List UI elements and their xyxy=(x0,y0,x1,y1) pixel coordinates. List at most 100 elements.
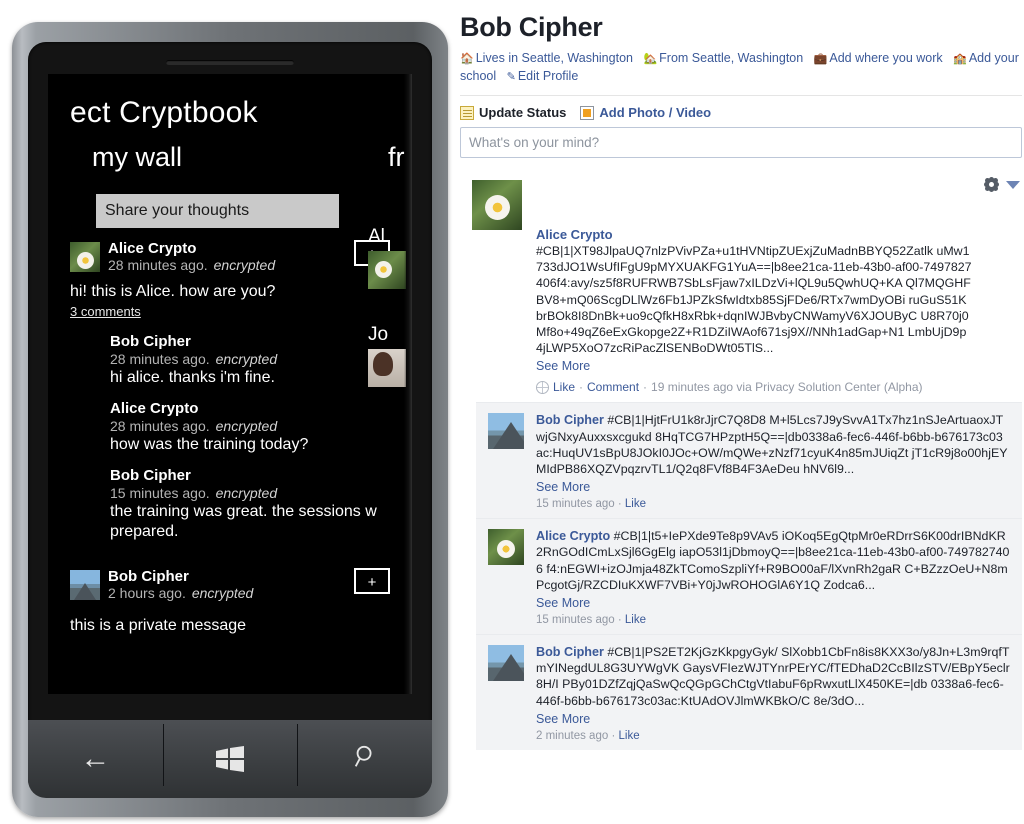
comment-author-link[interactable]: Bob Cipher xyxy=(536,645,604,659)
back-arrow-icon: ← xyxy=(80,742,111,775)
post-timestamp-via: 19 minutes ago via Privacy Solution Cent… xyxy=(651,380,923,395)
like-link[interactable]: Like xyxy=(619,730,640,742)
comment-cipher-text: #CB|1|PS2ET2KjGzKkpgyGyk/ SlXobb1CbFn8is… xyxy=(536,645,1010,708)
profile-link-from[interactable]: From Seattle, Washington xyxy=(659,51,803,65)
windows-logo-icon xyxy=(215,746,245,772)
comment-item: Bob Cipher #CB|1|HjtFrU1k8rJjrC7Q8D8 M+l… xyxy=(476,402,1022,519)
peek-name-alice: Al xyxy=(368,226,408,289)
profile-link-edit-profile[interactable]: Edit Profile xyxy=(518,69,578,83)
profile-meta-links: 🏠 Lives in Seattle, Washington 🏡 From Seat… xyxy=(460,50,1022,86)
separator-dot: · xyxy=(617,614,622,627)
comment-text: Bob Cipher #CB|1|HjtFrU1k8rJjrC7Q8D8 M+l… xyxy=(536,412,1010,477)
share-your-thoughts-input[interactable]: Share your thoughts xyxy=(96,194,339,228)
peek-name-john: Jo xyxy=(368,324,408,387)
phone-comment: Alice Crypto 28 minutes ago. encrypted ho… xyxy=(110,400,412,455)
pivot-item-friends[interactable]: fr xyxy=(388,142,405,173)
peek-label: Jo xyxy=(368,324,389,345)
see-more-link[interactable]: See More xyxy=(536,710,1010,729)
separator-dot: · xyxy=(617,498,622,511)
phone-hardware-keys: ← xyxy=(28,720,432,798)
comment-timestamp: 2 minutes ago xyxy=(536,729,609,742)
post-main: Alice Crypto #CB|1|XT98JlpaUQ7nlzPVivPZa… xyxy=(536,226,1022,396)
like-link[interactable]: Like xyxy=(553,378,575,396)
comments-count-link[interactable]: 3 comments xyxy=(70,304,141,319)
comment-time: 15 minutes ago. xyxy=(110,485,210,501)
pencil-icon: ✎ xyxy=(506,71,516,83)
separator-dot: · xyxy=(579,380,584,395)
phone-comment: Bob Cipher 15 minutes ago. encrypted the … xyxy=(110,467,412,542)
encrypted-label: encrypted xyxy=(191,585,254,601)
comment-text: Bob Cipher #CB|1|PS2ET2KjGzKkpgyGyk/ SlX… xyxy=(536,644,1010,709)
gear-icon[interactable] xyxy=(985,178,998,191)
mountain-avatar xyxy=(70,570,100,600)
phone-post-header: Alice Crypto 28 minutes ago.encrypted + xyxy=(70,240,412,276)
comment-author: Bob Cipher xyxy=(110,467,191,484)
feed-post: Alice Crypto #CB|1|XT98JlpaUQ7nlzPVivPZa… xyxy=(460,174,1022,396)
mountain-avatar[interactable] xyxy=(488,645,524,682)
post-cipher-text: #CB|1|XT98JlpaUQ7nlzPVivPZa+u1tHVNtipZUE… xyxy=(536,244,972,356)
composer-tabs: Update Status Add Photo / Video xyxy=(460,105,1024,120)
see-more-link[interactable]: See More xyxy=(536,357,972,376)
comment-body: hi alice. thanks i'm fine. xyxy=(110,369,275,386)
status-composer-input[interactable]: What's on your mind? xyxy=(460,127,1022,158)
comment-body: how was the training today? xyxy=(110,436,309,453)
back-button[interactable]: ← xyxy=(28,720,163,798)
comment-link[interactable]: Comment xyxy=(587,378,639,396)
comment-author: Alice Crypto xyxy=(110,400,199,417)
comment-main: Bob Cipher #CB|1|HjtFrU1k8rJjrC7Q8D8 M+l… xyxy=(536,412,1010,510)
windows-phone-mockup: ect Cryptbook my wall fr Share your thou… xyxy=(12,22,448,822)
photo-icon xyxy=(580,105,595,120)
pivot-header: my wall fr xyxy=(48,142,412,182)
see-more-link[interactable]: See More xyxy=(536,478,1010,497)
comment-meta: 15 minutes ago · Like xyxy=(536,498,1010,510)
profile-link-add-work[interactable]: Add where you work xyxy=(829,51,942,65)
mountain-avatar[interactable] xyxy=(488,413,524,450)
comment-timestamp: 15 minutes ago xyxy=(536,498,615,511)
separator-dot: · xyxy=(611,729,616,742)
comment-meta: 15 minutes ago. encrypted xyxy=(110,485,412,502)
like-link[interactable]: Like xyxy=(625,614,646,626)
home-icon: 🏠 xyxy=(460,53,474,65)
comment-main: Alice Crypto #CB|1|t5+IePXde9Te8p9VAv5 i… xyxy=(536,528,1010,626)
windows-start-button[interactable] xyxy=(162,720,298,798)
comment-meta: 15 minutes ago · Like xyxy=(536,614,1010,626)
comment-item: Alice Crypto #CB|1|t5+IePXde9Te8p9VAv5 i… xyxy=(476,518,1022,635)
tab-add-photo-video[interactable]: Add Photo / Video xyxy=(580,105,711,120)
search-icon xyxy=(352,744,378,775)
comment-author: Bob Cipher xyxy=(110,333,191,350)
comment-author-link[interactable]: Bob Cipher xyxy=(536,413,604,427)
app-title: ect Cryptbook xyxy=(70,96,258,129)
post-author-link[interactable]: Alice Crypto xyxy=(536,226,972,243)
comment-meta: 28 minutes ago. encrypted xyxy=(110,351,412,368)
briefcase-icon: 💼 xyxy=(813,53,828,65)
daisy-avatar[interactable] xyxy=(472,180,522,230)
tab-update-status[interactable]: Update Status xyxy=(460,105,566,120)
note-icon xyxy=(460,105,474,120)
daisy-avatar xyxy=(70,242,100,272)
post-tools xyxy=(985,178,1020,191)
comment-item: Bob Cipher #CB|1|PS2ET2KjGzKkpgyGyk/ SlX… xyxy=(476,634,1022,750)
comment-author-link[interactable]: Alice Crypto xyxy=(536,529,610,543)
search-button[interactable] xyxy=(297,720,432,798)
comment-body: the training was great. the sessions w p… xyxy=(110,503,377,540)
profile-link-lives-in[interactable]: Lives in Seattle, Washington xyxy=(476,51,633,65)
screen-right-edge xyxy=(404,74,412,694)
post-time: 28 minutes ago. xyxy=(108,257,208,273)
comment-text: Alice Crypto #CB|1|t5+IePXde9Te8p9VAv5 i… xyxy=(536,528,1010,593)
encrypted-label: encrypted xyxy=(215,351,278,367)
phone-feed: Alice Crypto 28 minutes ago.encrypted + … xyxy=(48,240,412,636)
comment-meta: 2 minutes ago · Like xyxy=(536,730,1010,742)
screenshot-root: ect Cryptbook my wall fr Share your thou… xyxy=(0,0,1024,824)
post-time: 2 hours ago. xyxy=(108,585,186,601)
like-link[interactable]: Like xyxy=(625,498,646,510)
comment-time: 28 minutes ago. xyxy=(110,351,210,367)
expand-post-button[interactable]: + xyxy=(354,568,390,594)
page-title: Bob Cipher xyxy=(460,12,603,42)
person-avatar xyxy=(368,349,406,387)
school-icon: 🏫 xyxy=(953,53,967,65)
see-more-link[interactable]: See More xyxy=(536,594,1010,613)
caret-down-icon[interactable] xyxy=(1006,180,1020,189)
daisy-avatar[interactable] xyxy=(488,529,524,566)
pivot-item-my-wall[interactable]: my wall xyxy=(92,142,182,173)
phone-earpiece-speaker xyxy=(166,60,294,65)
